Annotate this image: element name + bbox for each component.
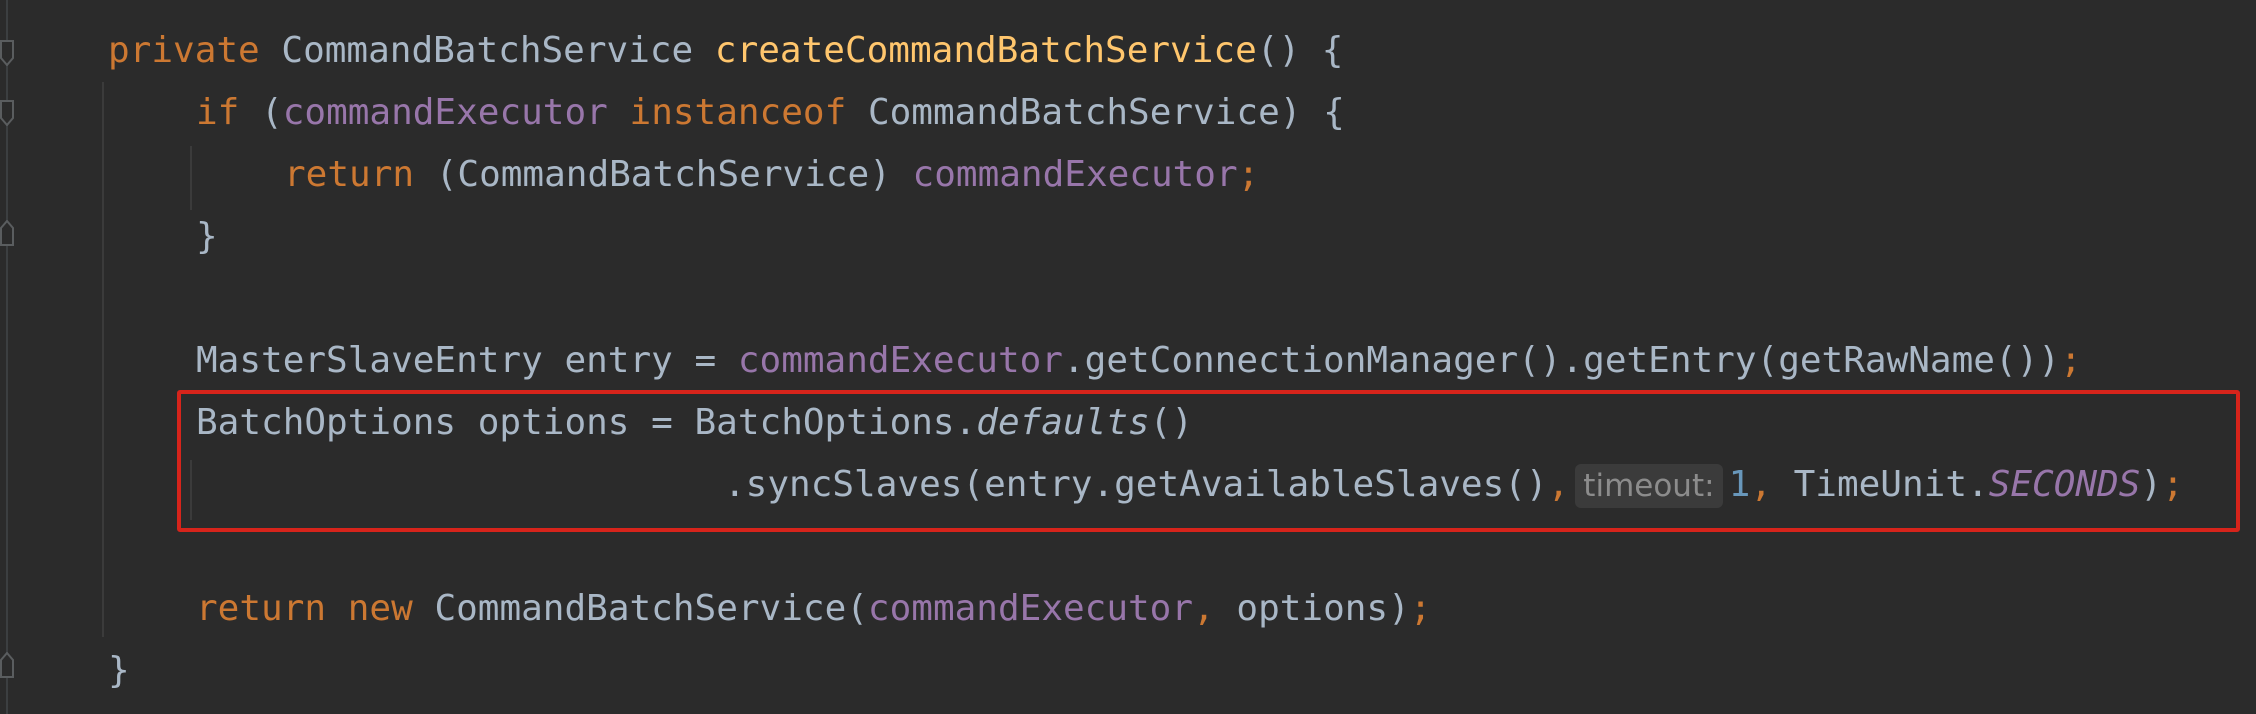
closing-brace: } (196, 216, 218, 257)
code-text: CommandBatchService( (412, 588, 868, 629)
code-line-6[interactable]: MasterSlaveEntry entry = commandExecutor… (196, 330, 2082, 392)
fold-end-marker-icon[interactable] (0, 652, 14, 678)
closing-brace: } (108, 650, 130, 691)
type-name: CommandBatchService (281, 30, 694, 71)
comma: , (1193, 588, 1215, 629)
semicolon: ; (1409, 588, 1432, 629)
field-reference: commandExecutor (282, 92, 608, 133)
fold-end-marker-icon[interactable] (0, 220, 14, 246)
keyword-if: if (196, 92, 240, 133)
code-line-11[interactable]: } (108, 640, 130, 702)
fold-marker-icon[interactable] (0, 40, 14, 66)
code-text: (CommandBatchService) (414, 154, 913, 195)
code-line-3[interactable]: return (CommandBatchService) commandExec… (284, 144, 1259, 206)
code-line-2[interactable]: if (commandExecutor instanceof CommandBa… (196, 82, 1345, 144)
code-line-1[interactable]: private CommandBatchService createComman… (108, 20, 1343, 82)
code-text: .getConnectionManager().getEntry(getRawN… (1062, 340, 2060, 381)
code-line-4[interactable]: } (196, 206, 218, 268)
field-reference: commandExecutor (737, 340, 1063, 381)
indent-guide (102, 82, 104, 637)
keyword-return: return (196, 588, 327, 629)
keyword-instanceof: instanceof (629, 92, 847, 133)
fold-marker-icon[interactable] (0, 100, 14, 126)
code-text: ( (239, 92, 283, 133)
code-text: CommandBatchService) { (867, 92, 1345, 133)
keyword-new: new (347, 588, 413, 629)
field-reference: commandExecutor (867, 588, 1194, 629)
field-reference: commandExecutor (912, 154, 1238, 195)
code-editor[interactable]: private CommandBatchService createComman… (0, 0, 2256, 714)
code-text: MasterSlaveEntry entry = (196, 340, 738, 381)
semicolon: ; (2059, 340, 2082, 381)
method-name: createCommandBatchService (714, 30, 1257, 71)
keyword-private: private (108, 30, 260, 71)
code-text: options) (1214, 588, 1410, 629)
highlight-annotation-box (177, 390, 2240, 532)
semicolon: ; (1237, 154, 1260, 195)
code-text: () { (1256, 30, 1344, 71)
code-line-10[interactable]: return new CommandBatchService(commandEx… (196, 578, 1431, 640)
keyword-return: return (284, 154, 415, 195)
indent-guide (190, 146, 192, 210)
